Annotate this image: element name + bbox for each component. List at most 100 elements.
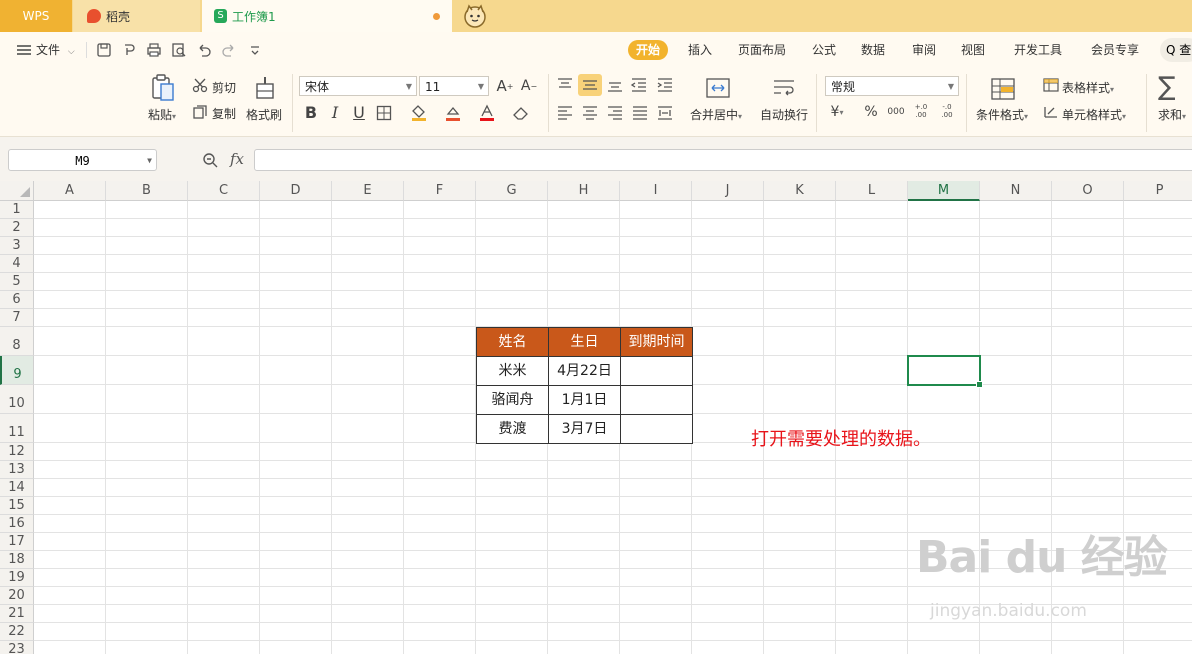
- hamburger-menu-icon[interactable]: [16, 42, 32, 58]
- eraser-icon[interactable]: [512, 105, 530, 121]
- thousands-separator-button[interactable]: 000: [885, 102, 907, 122]
- tab-wps[interactable]: WPS: [0, 0, 72, 32]
- row-header-3[interactable]: 3: [0, 237, 34, 255]
- format-painter-icon[interactable]: [254, 74, 276, 102]
- row-header-8[interactable]: 8: [0, 327, 34, 356]
- row-header-1[interactable]: 1: [0, 201, 34, 219]
- search-button[interactable]: Q 查: [1160, 38, 1192, 62]
- row-header-14[interactable]: 14: [0, 479, 34, 497]
- table-cell[interactable]: 费渡: [476, 414, 549, 444]
- tab-home[interactable]: 开始: [628, 40, 669, 60]
- increase-font-size-icon[interactable]: A +: [494, 76, 516, 96]
- align-middle-button[interactable]: [578, 74, 602, 96]
- tab-daoke[interactable]: 稻壳: [73, 0, 200, 32]
- row-header-5[interactable]: 5: [0, 273, 34, 291]
- column-header-a[interactable]: A: [34, 181, 106, 201]
- conditional-format-icon[interactable]: [990, 77, 1016, 101]
- italic-button[interactable]: I: [324, 102, 346, 122]
- row-header-2[interactable]: 2: [0, 219, 34, 237]
- conditional-format-button[interactable]: 条件格式▾: [976, 106, 1028, 123]
- align-top-icon[interactable]: [556, 77, 574, 93]
- font-size-select[interactable]: 11 ▼: [419, 76, 489, 96]
- distributed-align-icon[interactable]: [656, 105, 674, 121]
- decrease-decimal-button[interactable]: -.0 .00: [936, 101, 958, 121]
- column-header-g[interactable]: G: [476, 181, 548, 201]
- table-cell[interactable]: 4月22日: [548, 356, 621, 386]
- align-right-icon[interactable]: [606, 105, 624, 121]
- paste-button[interactable]: 粘贴▾: [148, 106, 176, 123]
- zoom-icon[interactable]: [202, 152, 218, 168]
- print-icon[interactable]: [146, 42, 162, 58]
- bold-button[interactable]: B: [300, 102, 322, 122]
- column-header-l[interactable]: L: [836, 181, 908, 201]
- font-name-select[interactable]: 宋体 ▼: [299, 76, 417, 96]
- underline-button[interactable]: U: [348, 102, 370, 122]
- row-header-6[interactable]: 6: [0, 291, 34, 309]
- borders-icon[interactable]: [376, 105, 392, 121]
- row-header-13[interactable]: 13: [0, 461, 34, 479]
- row-header-7[interactable]: 7: [0, 309, 34, 327]
- decrease-indent-icon[interactable]: [630, 77, 648, 93]
- row-header-12[interactable]: 12: [0, 443, 34, 461]
- column-header-o[interactable]: O: [1052, 181, 1124, 201]
- tab-developer[interactable]: 开发工具: [1014, 40, 1062, 60]
- row-header-11[interactable]: 11: [0, 414, 34, 443]
- table-cell[interactable]: 3月7日: [548, 414, 621, 444]
- select-all-corner[interactable]: [0, 181, 34, 201]
- table-cell[interactable]: 1月1日: [548, 385, 621, 415]
- export-icon[interactable]: [121, 42, 137, 58]
- tab-formulas[interactable]: 公式: [812, 40, 836, 60]
- column-header-p[interactable]: P: [1124, 181, 1192, 201]
- table-header-name[interactable]: 姓名: [476, 327, 549, 357]
- font-color-icon[interactable]: [478, 104, 496, 122]
- scissors-icon[interactable]: [192, 77, 208, 93]
- row-header-20[interactable]: 20: [0, 587, 34, 605]
- table-style-button[interactable]: 表格样式▾: [1062, 79, 1114, 96]
- sum-icon[interactable]: ∑: [1158, 72, 1176, 102]
- column-header-c[interactable]: C: [188, 181, 260, 201]
- tab-insert[interactable]: 插入: [688, 40, 712, 60]
- save-icon[interactable]: [96, 42, 112, 58]
- customize-toolbar-icon[interactable]: [247, 42, 263, 58]
- copy-button[interactable]: 复制: [212, 105, 236, 122]
- column-header-f[interactable]: F: [404, 181, 476, 201]
- name-box[interactable]: M9 ▼: [8, 149, 157, 171]
- merge-center-icon[interactable]: [705, 77, 731, 99]
- column-header-k[interactable]: K: [764, 181, 836, 201]
- percent-button[interactable]: %: [860, 102, 882, 122]
- decrease-font-size-icon[interactable]: A −: [518, 76, 540, 96]
- column-header-e[interactable]: E: [332, 181, 404, 201]
- row-header-23[interactable]: 23: [0, 641, 34, 654]
- row-header-21[interactable]: 21: [0, 605, 34, 623]
- table-cell[interactable]: 骆闻舟: [476, 385, 549, 415]
- wrap-text-button[interactable]: 自动换行: [760, 106, 808, 123]
- currency-button[interactable]: ¥ ▾: [826, 102, 848, 122]
- align-left-icon[interactable]: [556, 105, 574, 121]
- table-header-expiry[interactable]: 到期时间: [620, 327, 693, 357]
- print-preview-icon[interactable]: [171, 42, 187, 58]
- row-header-17[interactable]: 17: [0, 533, 34, 551]
- active-cell-m9[interactable]: [907, 355, 983, 388]
- fill-color-icon[interactable]: [410, 104, 428, 122]
- row-header-4[interactable]: 4: [0, 255, 34, 273]
- align-center-icon[interactable]: [581, 105, 599, 121]
- tab-page-layout[interactable]: 页面布局: [738, 40, 786, 60]
- column-header-b[interactable]: B: [106, 181, 188, 201]
- sum-button[interactable]: 求和▾: [1158, 106, 1186, 123]
- row-header-16[interactable]: 16: [0, 515, 34, 533]
- tab-workbook[interactable]: S 工作簿1: [202, 0, 452, 32]
- table-cell[interactable]: [620, 414, 693, 444]
- redo-icon[interactable]: [221, 42, 237, 58]
- column-header-h[interactable]: H: [548, 181, 620, 201]
- tab-review[interactable]: 审阅: [912, 40, 936, 60]
- formula-input[interactable]: [254, 149, 1192, 171]
- increase-decimal-button[interactable]: +.0 .00: [910, 101, 932, 121]
- tab-member[interactable]: 会员专享: [1091, 40, 1139, 60]
- align-bottom-icon[interactable]: [606, 77, 624, 93]
- tab-data[interactable]: 数据: [861, 40, 885, 60]
- column-header-m[interactable]: M: [908, 181, 980, 201]
- undo-icon[interactable]: [196, 42, 212, 58]
- tab-view[interactable]: 视图: [961, 40, 985, 60]
- insert-function-button[interactable]: fx: [230, 150, 244, 168]
- table-header-birthday[interactable]: 生日: [548, 327, 621, 357]
